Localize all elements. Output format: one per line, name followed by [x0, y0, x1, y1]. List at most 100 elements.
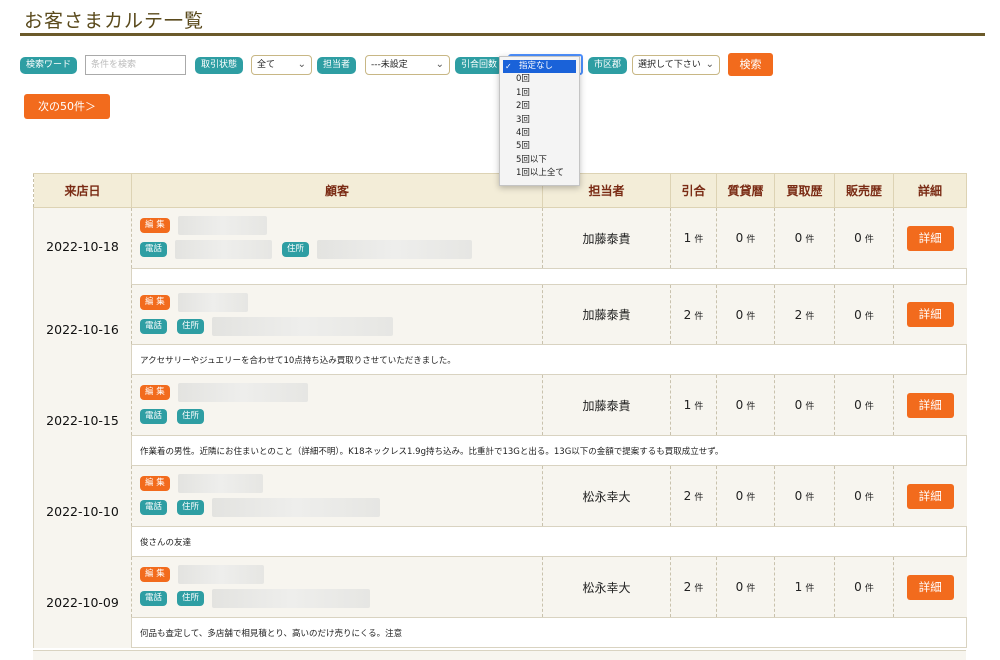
customer-name-redacted [177, 216, 267, 235]
inquiry-count: 1件 [670, 207, 717, 269]
edit-tag[interactable]: 編 集 [140, 385, 170, 400]
dropdown-option-0[interactable]: 0回 [500, 73, 579, 86]
customer-note: 何品も査定して、多店舗で相見積とり、高いのだけ売りにくる。注意 [131, 617, 967, 648]
customer-name-redacted [177, 383, 308, 402]
detail-cell: 詳細 [893, 284, 967, 345]
dropdown-option-4[interactable]: 4回 [500, 127, 579, 140]
inquiry-count-dropdown: ✓ 指定なし 0回 1回 2回 3回 4回 5回 5回以下 1回以上全て [499, 56, 580, 186]
dropdown-option-3[interactable]: 3回 [500, 114, 579, 127]
edit-tag[interactable]: 編 集 [140, 567, 170, 582]
customer-note [131, 268, 967, 285]
customer-cell: 編 集 電話 住所 [131, 465, 543, 527]
keyword-input[interactable]: 条件を検索 [85, 55, 186, 75]
area-select[interactable]: 選択して下さい ⌄ [632, 55, 720, 75]
sales-count: 0件 [834, 556, 894, 618]
address-tag: 住所 [177, 409, 205, 424]
visit-date: 2022-10-09 [33, 556, 132, 648]
status-select[interactable]: 全て ⌄ [251, 55, 312, 75]
detail-cell: 詳細 [893, 556, 967, 618]
header-sales-history: 販売歴 [834, 173, 894, 208]
sales-count: 0件 [834, 207, 894, 269]
table-row: 2022-10-18 編 集 電話 住所 加藤泰貴 1件 0件 0件 0件 詳細 [33, 207, 967, 285]
checkmark-icon: ✓ [505, 62, 512, 71]
phone-tag: 電話 [140, 319, 168, 334]
detail-cell: 詳細 [893, 465, 967, 527]
header-visit-date: 来店日 [33, 173, 132, 208]
visit-date: 2022-10-10 [33, 465, 132, 557]
purchase-count: 0件 [774, 465, 835, 527]
pawn-count: 0件 [716, 465, 775, 527]
dropdown-option-1[interactable]: 1回 [500, 87, 579, 100]
area-select-value: 選択して下さい [638, 60, 701, 70]
edit-tag[interactable]: 編 集 [140, 218, 170, 233]
chevron-down-icon: ⌄ [705, 59, 714, 70]
table-row: 2022-10-09 編 集 電話 住所 松永幸大 2件 0件 1件 0件 詳細 [33, 556, 967, 648]
inquiry-count-label: 引合回数 [455, 57, 504, 74]
dropdown-option-2[interactable]: 2回 [500, 100, 579, 113]
inquiry-count: 2件 [670, 556, 717, 618]
header-detail: 詳細 [893, 173, 967, 208]
edit-tag[interactable]: 編 集 [140, 295, 170, 310]
header-purchase-history: 買取歴 [774, 173, 835, 208]
customer-name-redacted [177, 474, 263, 493]
visit-date: 2022-10-18 [33, 207, 132, 285]
table-row: 2022-10-15 編 集 電話 住所 加藤泰貴 1件 0件 0件 0件 詳細 [33, 374, 967, 466]
address-tag: 住所 [177, 591, 205, 606]
visit-date: 2022-10-15 [33, 374, 132, 466]
note-row: 何品も査定して、多店舗で相見積とり、高いのだけ売りにくる。注意 [34, 617, 967, 648]
customer-note: 作業着の男性。近隣にお住まいとのこと（詳細不明）。K18ネックレス1.9g持ち込… [131, 435, 967, 466]
staff-select[interactable]: ---未設定 ⌄ [365, 55, 450, 75]
address-tag: 住所 [177, 500, 205, 515]
header-customer: 顧客 [131, 173, 543, 208]
pawn-count: 0件 [716, 374, 775, 436]
sales-count: 0件 [834, 284, 894, 345]
detail-cell: 詳細 [893, 207, 967, 269]
page-title: お客さまカルテ一覧 [24, 10, 205, 32]
status-select-value: 全て [257, 60, 276, 70]
address-tag: 住所 [177, 319, 205, 334]
note-row: アクセサリーやジュエリーを合わせて10点持ち込み買取りさせていただきました。 [34, 344, 967, 375]
customer-cell: 編 集 電話 住所 [131, 556, 543, 618]
pawn-count: 0件 [716, 207, 775, 269]
address-redacted [212, 498, 381, 517]
detail-button[interactable]: 詳細 [906, 225, 954, 251]
address-redacted [212, 589, 371, 608]
detail-button[interactable]: 詳細 [906, 302, 954, 327]
visit-date: 2022-10-16 [33, 284, 132, 375]
staff-cell: 松永幸大 [542, 556, 671, 618]
purchase-count: 0件 [774, 207, 835, 269]
customer-note: アクセサリーやジュエリーを合わせて10点持ち込み買取りさせていただきました。 [131, 344, 967, 375]
detail-button[interactable]: 詳細 [906, 574, 954, 600]
customer-table: 来店日 顧客 担当者 引合 質貸暦 買取歴 販売歴 詳細 2022-10-18 … [33, 173, 967, 648]
chevron-down-icon: ⌄ [435, 59, 444, 70]
table-row: 2022-10-10 編 集 電話 住所 松永幸大 2件 0件 0件 0件 詳細 [33, 465, 967, 557]
dropdown-option-1-or-more[interactable]: 1回以上全て [500, 167, 579, 180]
address-redacted [212, 317, 394, 336]
staff-cell: 松永幸大 [542, 465, 671, 527]
inquiry-count: 2件 [670, 465, 717, 527]
customer-cell: 編 集 電話 住所 [131, 207, 543, 269]
staff-cell: 加藤泰貴 [542, 207, 671, 269]
search-button[interactable]: 検索 [728, 53, 773, 76]
note-row [34, 268, 967, 285]
status-label: 取引状態 [195, 57, 244, 74]
customer-name-redacted [177, 565, 264, 584]
edit-tag[interactable]: 編 集 [140, 476, 170, 491]
next-page-button[interactable]: 次の50件＞ [24, 94, 110, 119]
purchase-count: 2件 [774, 284, 835, 345]
header-pawn-history: 質貸暦 [716, 173, 775, 208]
staff-label: 担当者 [317, 57, 357, 74]
phone-redacted [175, 240, 273, 259]
dropdown-option-5-or-less[interactable]: 5回以下 [500, 154, 579, 167]
note-row: 俊さんの友達 [34, 526, 967, 557]
customer-cell: 編 集 電話 住所 [131, 284, 543, 345]
customer-note: 俊さんの友達 [131, 526, 967, 557]
detail-button[interactable]: 詳細 [906, 483, 954, 509]
area-label: 市区郡 [588, 57, 628, 74]
detail-button[interactable]: 詳細 [906, 392, 954, 418]
dropdown-option-5[interactable]: 5回 [500, 140, 579, 153]
note-row: 作業着の男性。近隣にお住まいとのこと（詳細不明）。K18ネックレス1.9g持ち込… [34, 435, 967, 466]
phone-tag: 電話 [140, 242, 168, 257]
keyword-label: 検索ワード [20, 57, 78, 74]
dropdown-option-none[interactable]: ✓ 指定なし [503, 60, 576, 74]
